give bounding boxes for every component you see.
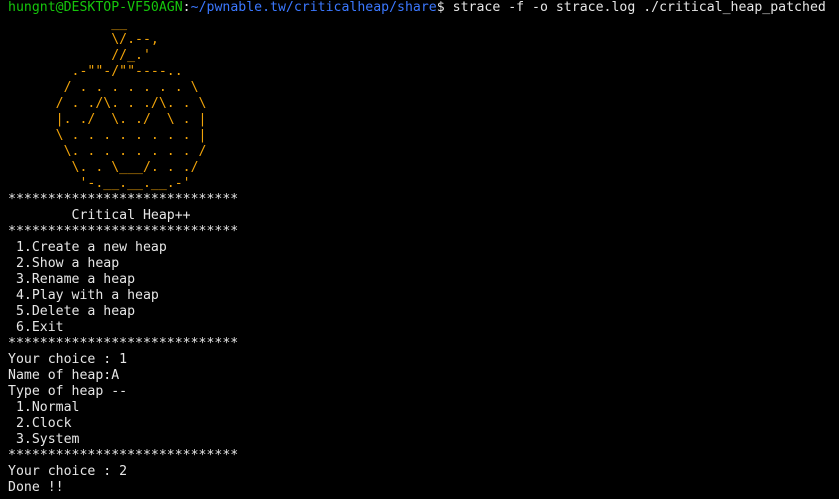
shell-prompt-line: hungnt@DESKTOP-VF50AGN:~/pwnable.tw/crit… xyxy=(8,0,839,16)
art-line: .-""-/""----.. xyxy=(8,64,183,79)
menu-option-show: 2.Show a heap xyxy=(8,256,120,271)
prompt-command: strace -f -o strace.log ./critical_heap_… xyxy=(444,0,826,15)
result-line: Done !! xyxy=(8,480,64,495)
choice-line: Your choice : 1 xyxy=(8,352,128,367)
art-line: |. ./ \. ./ \ . | xyxy=(8,112,207,127)
prompt-user-host: hungnt@DESKTOP-VF50AGN xyxy=(8,0,183,15)
menu-border: ***************************** xyxy=(8,224,239,239)
heap-name-line: Name of heap:A xyxy=(8,368,120,383)
art-line: \. . \___/. . ./ xyxy=(8,160,199,175)
art-line: //_.' xyxy=(8,48,151,63)
menu-border: ***************************** xyxy=(8,192,239,207)
choice-line: Your choice : 2 xyxy=(8,464,128,479)
pumpkin-ascii-art: __ \/.--, //_.' .-""-/""----.. / . . . .… xyxy=(8,16,839,192)
art-line: \/.--, xyxy=(8,32,159,47)
heap-type-clock: 2.Clock xyxy=(8,416,72,431)
menu-border: ***************************** xyxy=(8,336,239,351)
prompt-separator: : xyxy=(182,0,191,15)
prompt-path: ~/pwnable.tw/criticalheap/share xyxy=(190,0,437,15)
art-line: / . ./\. . ./\. . \ xyxy=(8,96,207,111)
menu-option-play: 4.Play with a heap xyxy=(8,288,159,303)
art-line: '-.__.__.__.-' xyxy=(8,176,191,191)
menu-option-rename: 3.Rename a heap xyxy=(8,272,136,287)
menu-option-create: 1.Create a new heap xyxy=(8,240,167,255)
art-line: / . . . . . . . \ xyxy=(8,80,199,95)
art-line: __ xyxy=(8,16,128,31)
terminal-window[interactable]: hungnt@DESKTOP-VF50AGN:~/pwnable.tw/crit… xyxy=(0,0,839,499)
heap-type-normal: 1.Normal xyxy=(8,400,80,415)
program-menu: ***************************** Critical H… xyxy=(8,192,839,496)
art-line: \ . . . . . . . . | xyxy=(8,128,207,143)
art-line: \. . . . . . . . / xyxy=(8,144,207,159)
menu-option-exit: 6.Exit xyxy=(8,320,64,335)
prompt-dollar: $ xyxy=(436,0,445,15)
heap-type-system: 3.System xyxy=(8,432,80,447)
menu-border: ***************************** xyxy=(8,448,239,463)
menu-option-delete: 5.Delete a heap xyxy=(8,304,136,319)
menu-title: Critical Heap++ xyxy=(8,208,191,223)
heap-type-prompt: Type of heap -- xyxy=(8,384,128,399)
